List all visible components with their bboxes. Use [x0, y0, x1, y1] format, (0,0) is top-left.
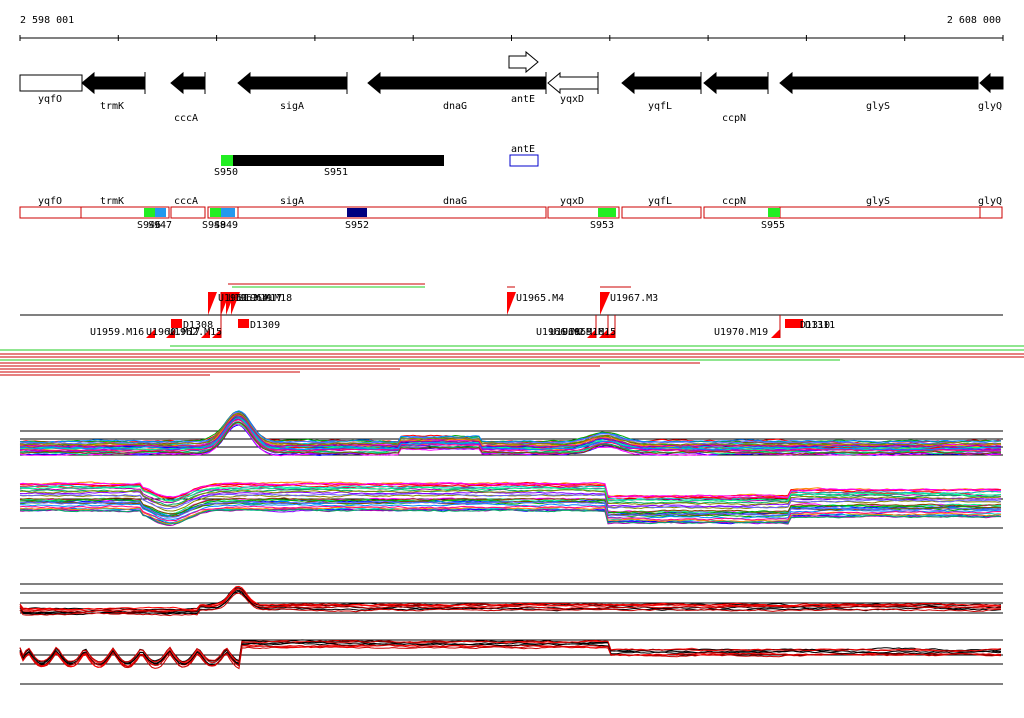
gene-dnaG[interactable]: dnaG [367, 71, 547, 112]
marker-label-S949: S949 [214, 220, 238, 231]
gene-label-yqfO: yqfO [38, 94, 62, 105]
marker-S955[interactable] [768, 208, 780, 217]
segment-track: yqfO trmK cccA sigA dnaG yqxD yqfL ccpN … [19, 196, 1003, 231]
gene-label-sigA: sigA [280, 101, 304, 112]
transcript-lines [0, 345, 1024, 376]
seg-gene-glyQ: glyQ [978, 196, 1002, 207]
gene-track: yqfO trmK cccA sigA dnaG antE yqxD yqfL … [19, 50, 1004, 124]
gene-label-trmK: trmK [100, 101, 124, 112]
seg-gene-yqxD: yqxD [560, 196, 584, 207]
ruler-end: 2 608 000 [947, 15, 1001, 26]
dot-label-D1309: D1309 [250, 320, 280, 331]
probe-label-U1970: U1970.M19 [714, 327, 768, 338]
gene-label-ccpN: ccpN [722, 113, 746, 124]
antE-box[interactable] [509, 154, 539, 167]
marker-label-S953: S953 [590, 220, 614, 231]
gene-yqxD[interactable]: yqxD [547, 71, 599, 105]
dot-label-D1308: D1308 [183, 320, 213, 331]
probe-label-U1959: U1959.M16 [90, 327, 144, 338]
seg-gene-yqfO: yqfO [38, 196, 62, 207]
gene-glyQ[interactable]: glyQ [978, 72, 1004, 112]
marker-S949[interactable] [221, 208, 235, 217]
marker-S953[interactable] [598, 208, 616, 217]
seg-gene-ccpN: ccpN [722, 196, 746, 207]
seg-gene-cccA: cccA [174, 196, 198, 207]
expression-trace-red [19, 641, 1002, 666]
expression-panel-top [19, 410, 1003, 457]
genome-canvas: 2 598 001 2 608 000 yqfO trmK cccA sigA [0, 15, 1024, 685]
seg-gene-yqfL: yqfL [648, 196, 672, 207]
seg-gene-sigA: sigA [280, 196, 304, 207]
antE-box-label: antE [511, 144, 535, 155]
probe-track: U1961.M19 U1963.M17 U1964.M18 U1965.M4 U… [20, 283, 1003, 338]
gene-label-yqxD: yqxD [560, 94, 584, 105]
gene-cccA[interactable]: cccA [170, 71, 206, 124]
probe-label-U1969: U1969.M15 [562, 327, 616, 338]
seg-gene-dnaG: dnaG [443, 196, 467, 207]
gene-label-antE: antE [511, 94, 535, 105]
seg-gene-trmK: trmK [100, 196, 124, 207]
marker-label-S947: S947 [148, 220, 172, 231]
ruler-start: 2 598 001 [20, 15, 74, 26]
gene-label-yqfL: yqfL [648, 101, 672, 112]
probe-label-U1967: U1967.M3 [610, 293, 658, 304]
segment-label-S950: S950 [214, 167, 238, 178]
genome-browser: 2 598 001 2 608 000 yqfO trmK cccA sigA [0, 0, 1024, 714]
marker-S946[interactable] [144, 208, 155, 217]
marker-label-S955: S955 [761, 220, 785, 231]
marker-S948[interactable] [210, 208, 221, 217]
expression-trace [20, 411, 1002, 444]
expression-panel-bottom [19, 583, 1003, 685]
segment-S950[interactable] [221, 155, 233, 166]
dot-D1309[interactable] [238, 319, 249, 328]
expression-panel-middle [19, 481, 1003, 529]
gene-ccpN[interactable]: ccpN [703, 71, 769, 124]
coordinate-ruler: 2 598 001 2 608 000 [19, 15, 1004, 41]
gene-trmK[interactable]: trmK [81, 71, 146, 112]
expression-trace [19, 411, 1002, 444]
gene-label-dnaG: dnaG [443, 101, 467, 112]
probe-label-U1965: U1965.M4 [516, 293, 564, 304]
seg-gene-glyS: glyS [866, 196, 890, 207]
marker-label-S952: S952 [345, 220, 369, 231]
probe-label-U1964: U1964.M18 [238, 293, 292, 304]
gene-label-glyS: glyS [866, 101, 890, 112]
marker-S952[interactable] [347, 208, 367, 217]
segment-label-S951: S951 [324, 167, 348, 178]
dot-label-D1311: D1311 [805, 320, 835, 331]
gene-label-glyQ: glyQ [978, 101, 1002, 112]
gene-yqfL[interactable]: yqfL [621, 71, 702, 112]
segment-S951[interactable] [233, 155, 444, 166]
gene-glyS[interactable]: glyS [779, 71, 979, 112]
gene-yqfO[interactable]: yqfO [19, 74, 83, 105]
gene-sigA[interactable]: sigA [237, 71, 348, 112]
marker-S947[interactable] [155, 208, 166, 217]
gene-label-cccA: cccA [174, 113, 198, 124]
mid-segment-track: S950 S951 antE [214, 144, 539, 178]
expression-trace [19, 410, 1002, 444]
